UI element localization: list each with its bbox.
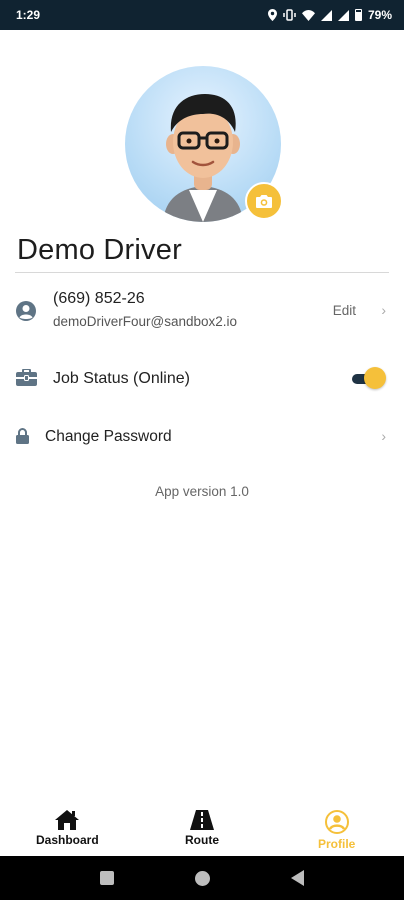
avatar-container xyxy=(125,66,283,222)
signal-icon-2 xyxy=(337,9,349,21)
status-bar: 1:29 79% xyxy=(0,0,404,30)
nav-profile[interactable]: Profile xyxy=(269,800,404,856)
bottom-navigation: Dashboard Route Profile xyxy=(0,800,404,856)
status-time: 1:29 xyxy=(16,8,41,22)
job-status-label: Job Status (Online) xyxy=(53,370,190,387)
vibrate-icon xyxy=(283,9,296,21)
chevron-right-icon: › xyxy=(381,428,386,444)
battery-percent: 79% xyxy=(367,8,392,22)
lock-icon xyxy=(16,428,29,444)
chevron-right-icon: › xyxy=(381,302,386,318)
job-status-toggle[interactable] xyxy=(352,367,386,389)
nav-label-dashboard: Dashboard xyxy=(35,833,99,847)
status-icons: 79% xyxy=(267,8,392,22)
nav-label-route: Route xyxy=(185,833,219,847)
profile-name: Demo Driver xyxy=(17,234,182,266)
back-button[interactable] xyxy=(290,870,304,886)
camera-icon xyxy=(256,195,272,208)
account-icon xyxy=(16,301,36,321)
system-navigation-bar xyxy=(0,856,404,900)
home-icon xyxy=(55,810,80,830)
job-status-row: Job Status (Online) xyxy=(0,362,404,396)
recent-apps-button[interactable] xyxy=(100,871,115,885)
toggle-thumb xyxy=(364,367,386,389)
battery-icon xyxy=(354,9,362,21)
phone-number: (669) 852-26 xyxy=(53,290,145,307)
home-button[interactable] xyxy=(194,870,210,886)
briefcase-icon xyxy=(16,369,37,386)
wifi-icon xyxy=(301,9,315,21)
nav-dashboard[interactable]: Dashboard xyxy=(0,800,135,856)
divider xyxy=(15,272,389,273)
app-version: App version 1.0 xyxy=(155,484,249,499)
edit-button[interactable]: Edit xyxy=(333,303,356,318)
contact-info-row[interactable]: (669) 852-26 demoDriverFour@sandbox2.io … xyxy=(0,286,404,338)
change-photo-button[interactable] xyxy=(245,182,283,220)
location-icon xyxy=(267,9,277,21)
nav-route[interactable]: Route xyxy=(135,800,270,856)
road-icon xyxy=(190,810,214,830)
signal-icon xyxy=(320,9,332,21)
email-address: demoDriverFour@sandbox2.io xyxy=(53,314,238,329)
profile-icon xyxy=(324,810,349,834)
change-password-row[interactable]: Change Password › xyxy=(0,420,404,452)
nav-label-profile: Profile xyxy=(318,837,356,851)
change-password-label: Change Password xyxy=(45,428,172,445)
